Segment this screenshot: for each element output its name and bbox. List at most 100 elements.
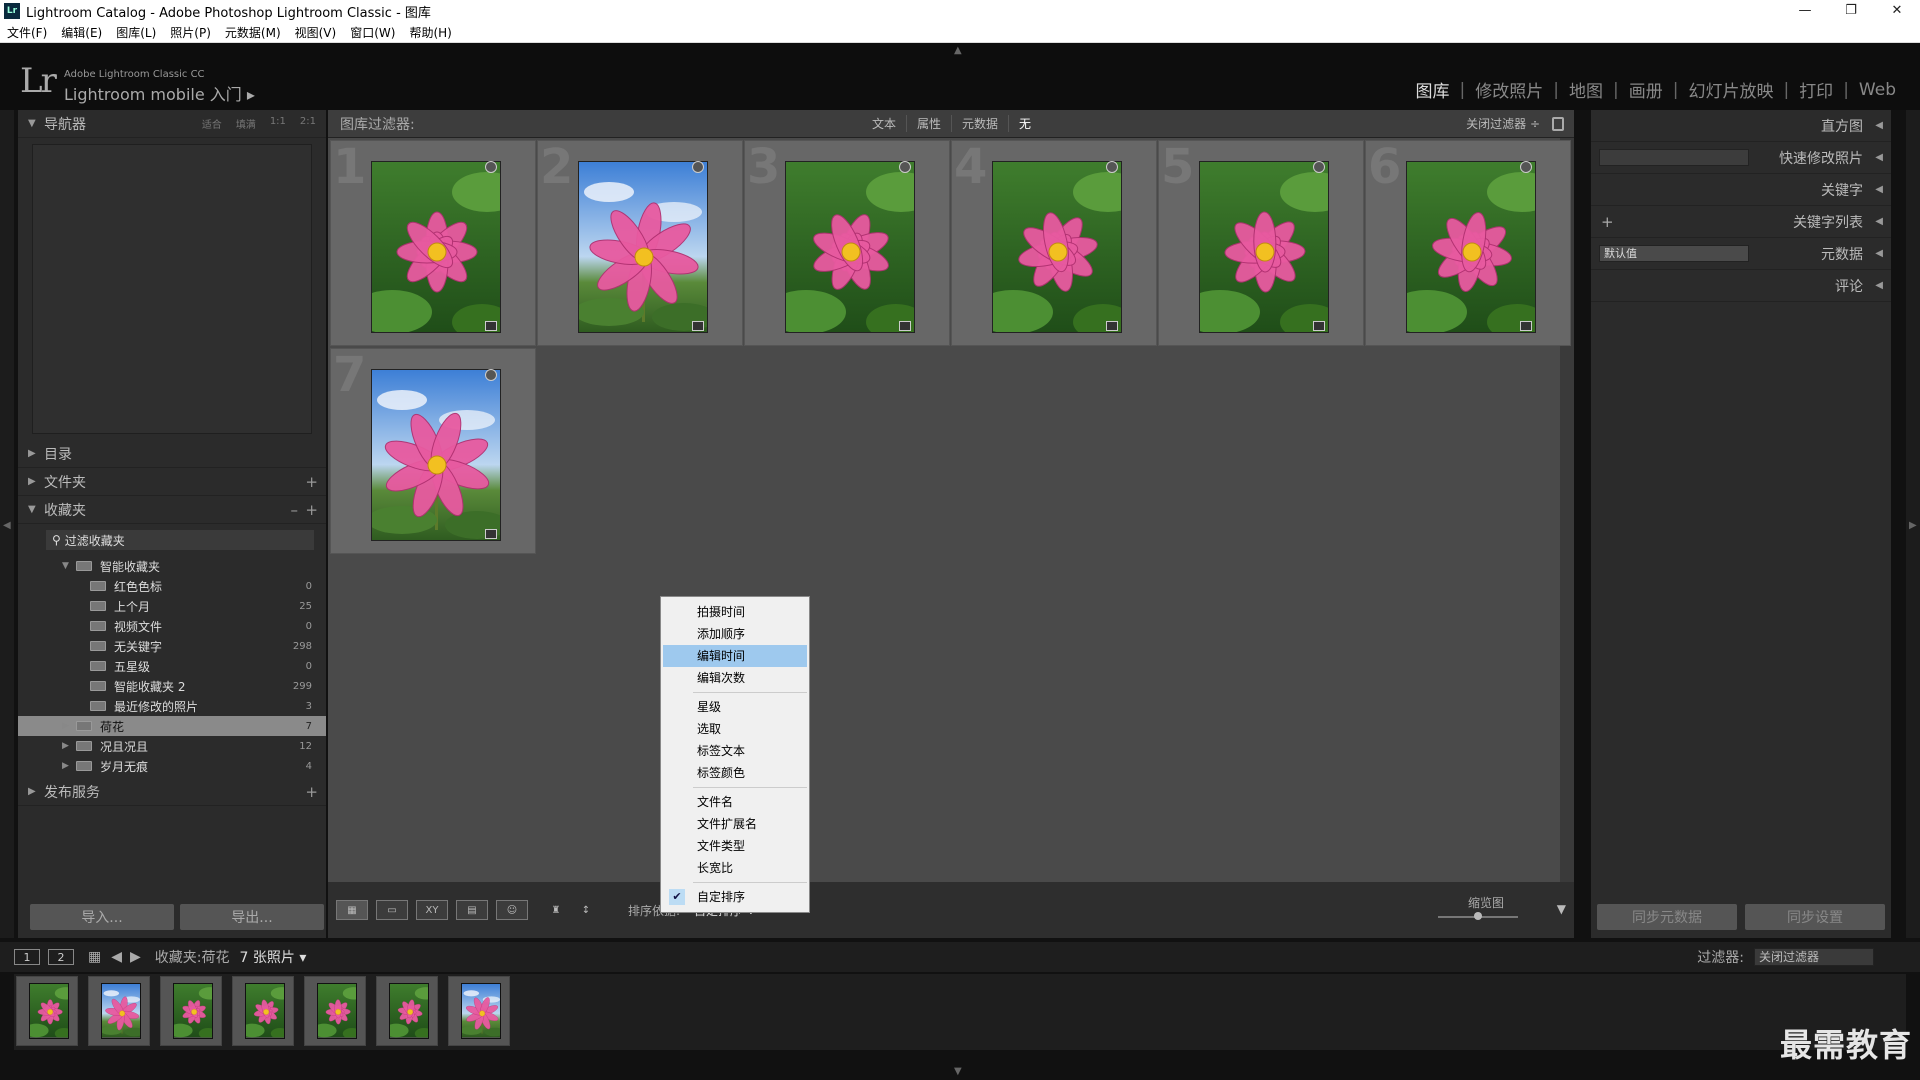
grid-cell[interactable]: 2 xyxy=(537,139,743,346)
maximize-button[interactable]: ❐ xyxy=(1828,0,1874,22)
module-slideshow[interactable]: 幻灯片放映 xyxy=(1678,77,1783,102)
quick-collection-icon[interactable] xyxy=(485,161,497,173)
add-folder-icon[interactable]: + xyxy=(305,473,318,491)
comments-header[interactable]: 评论 ◀ xyxy=(1591,270,1891,302)
catalog-header[interactable]: ▶ 目录 xyxy=(18,440,326,468)
module-web[interactable]: Web xyxy=(1849,80,1906,100)
sort-menu-item[interactable]: 拍摄时间 xyxy=(663,601,807,623)
filmstrip-thumbnail[interactable] xyxy=(304,976,366,1046)
sort-menu-item[interactable]: 添加顺序 xyxy=(663,623,807,645)
sort-menu-item[interactable]: 标签文本 xyxy=(663,740,807,762)
metadata-preset-select[interactable]: 默认值 xyxy=(1599,245,1749,262)
module-print[interactable]: 打印 xyxy=(1789,77,1843,102)
menu-file[interactable]: 文件(F) xyxy=(0,24,54,41)
quick-collection-icon[interactable] xyxy=(1520,161,1532,173)
zoom-fit[interactable]: 适合 xyxy=(202,116,222,131)
zoom-2-1[interactable]: 2:1 xyxy=(300,116,316,131)
quick-collection-icon[interactable] xyxy=(1106,161,1118,173)
menu-view[interactable]: 视图(V) xyxy=(288,24,344,41)
grid-cell[interactable]: 1 xyxy=(330,139,536,346)
smart-collection-set[interactable]: ▼ 智能收藏夹 xyxy=(18,556,326,576)
add-keyword-icon[interactable]: + xyxy=(1601,213,1614,231)
photo-thumbnail[interactable] xyxy=(371,369,501,541)
metadata-header[interactable]: 默认值 元数据 ◀ xyxy=(1591,238,1891,270)
lock-icon[interactable] xyxy=(1552,116,1564,131)
sync-settings-button[interactable]: 同步设置 xyxy=(1745,904,1885,930)
grid-cell[interactable]: 6 xyxy=(1365,139,1571,346)
filmstrip-filter-select[interactable]: 关闭过滤器 xyxy=(1754,948,1874,966)
compare-view-icon[interactable]: XY xyxy=(416,900,448,920)
quick-collection-icon[interactable] xyxy=(485,369,497,381)
menu-library[interactable]: 图库(L) xyxy=(109,24,163,41)
quick-collection-icon[interactable] xyxy=(692,161,704,173)
collection-set-item[interactable]: ▶ 岁月无痕 4 xyxy=(18,756,326,776)
smart-collection-item[interactable]: 五星级 0 xyxy=(18,656,326,676)
zoom-1-1[interactable]: 1:1 xyxy=(270,116,286,131)
keywording-header[interactable]: 关键字 ◀ xyxy=(1591,174,1891,206)
menu-edit[interactable]: 编辑(E) xyxy=(54,24,109,41)
collection-set-item[interactable]: ▶ 荷花 7 xyxy=(18,716,326,736)
smart-collection-item[interactable]: 上个月 25 xyxy=(18,596,326,616)
smart-collection-item[interactable]: 无关键字 298 xyxy=(18,636,326,656)
grid-cell[interactable]: 7 xyxy=(330,347,536,554)
sort-menu-item[interactable]: 文件扩展名 xyxy=(663,813,807,835)
filmstrip-thumbnail[interactable] xyxy=(16,976,78,1046)
import-button[interactable]: 导入... xyxy=(30,904,174,930)
menu-metadata[interactable]: 元数据(M) xyxy=(218,24,288,41)
toolbar-options-dropdown-icon[interactable]: ▼ xyxy=(1557,902,1566,916)
menu-window[interactable]: 窗口(W) xyxy=(343,24,402,41)
thumbnail-size-slider[interactable] xyxy=(1438,912,1518,920)
sort-menu-item[interactable]: 编辑时间 xyxy=(663,645,807,667)
loupe-view-icon[interactable]: ▭ xyxy=(376,900,408,920)
quick-collection-icon[interactable] xyxy=(899,161,911,173)
quick-develop-header[interactable]: 快速修改照片 ◀ xyxy=(1591,142,1891,174)
close-button[interactable]: ✕ xyxy=(1874,0,1920,22)
zoom-fill[interactable]: 填满 xyxy=(236,116,256,131)
people-view-icon[interactable]: ☺ xyxy=(496,900,528,920)
menu-photo[interactable]: 照片(P) xyxy=(163,24,218,41)
publish-services-header[interactable]: ▶ 发布服务 + xyxy=(18,778,326,806)
quick-collection-icon[interactable] xyxy=(1313,161,1325,173)
sort-menu-item[interactable]: 文件名 xyxy=(663,791,807,813)
grid-view-icon[interactable]: ▦ xyxy=(88,949,101,965)
grid-cell[interactable]: 3 xyxy=(744,139,950,346)
photo-thumbnail[interactable] xyxy=(578,161,708,333)
module-map[interactable]: 地图 xyxy=(1559,77,1613,102)
module-develop[interactable]: 修改照片 xyxy=(1465,77,1553,102)
secondary-window-button[interactable]: 2 xyxy=(48,949,74,965)
filter-tab-none[interactable]: 无 xyxy=(1008,115,1041,132)
sort-menu-item[interactable]: 选取 xyxy=(663,718,807,740)
grid-view-icon[interactable]: ▦ xyxy=(336,900,368,920)
grid-cell[interactable]: 4 xyxy=(951,139,1157,346)
photo-thumbnail[interactable] xyxy=(1199,161,1329,333)
filmstrip-source[interactable]: 收藏夹:荷花 xyxy=(155,947,230,967)
primary-window-button[interactable]: 1 xyxy=(14,949,40,965)
module-book[interactable]: 画册 xyxy=(1619,77,1673,102)
filter-preset-select[interactable]: 关闭过滤器 ÷ xyxy=(1466,115,1540,132)
export-button[interactable]: 导出... xyxy=(180,904,324,930)
sort-menu-item[interactable]: 长宽比 xyxy=(663,857,807,879)
histogram-header[interactable]: 直方图 ◀ xyxy=(1591,110,1891,142)
minimize-button[interactable]: — xyxy=(1782,0,1828,22)
grid-cell[interactable]: 5 xyxy=(1158,139,1364,346)
forward-arrow-icon[interactable]: ▶ xyxy=(130,949,141,965)
slider-knob[interactable] xyxy=(1474,912,1482,920)
add-collection-icon[interactable]: + xyxy=(305,501,318,519)
sync-metadata-button[interactable]: 同步元数据 xyxy=(1597,904,1737,930)
navigator-header[interactable]: ▼ 导航器 适合 填满 1:1 2:1 xyxy=(18,110,326,138)
collections-header[interactable]: ▼ 收藏夹 – + xyxy=(18,496,326,524)
sort-direction-icon[interactable]: ↕ xyxy=(572,900,600,920)
photo-thumbnail[interactable] xyxy=(785,161,915,333)
menu-help[interactable]: 帮助(H) xyxy=(402,24,458,41)
survey-view-icon[interactable]: ▤ xyxy=(456,900,488,920)
quick-develop-preset-select[interactable] xyxy=(1599,149,1749,166)
smart-collection-item[interactable]: 最近修改的照片 3 xyxy=(18,696,326,716)
module-library[interactable]: 图库 xyxy=(1406,77,1460,102)
collection-filter-input[interactable]: ⚲ 过滤收藏夹 xyxy=(46,530,314,550)
sort-menu-item[interactable]: 文件类型 xyxy=(663,835,807,857)
filter-tab-attribute[interactable]: 属性 xyxy=(906,115,951,132)
collection-set-item[interactable]: ▶ 况且况且 12 xyxy=(18,736,326,756)
photo-thumbnail[interactable] xyxy=(992,161,1122,333)
back-arrow-icon[interactable]: ◀ xyxy=(111,949,122,965)
smart-collection-item[interactable]: 视频文件 0 xyxy=(18,616,326,636)
